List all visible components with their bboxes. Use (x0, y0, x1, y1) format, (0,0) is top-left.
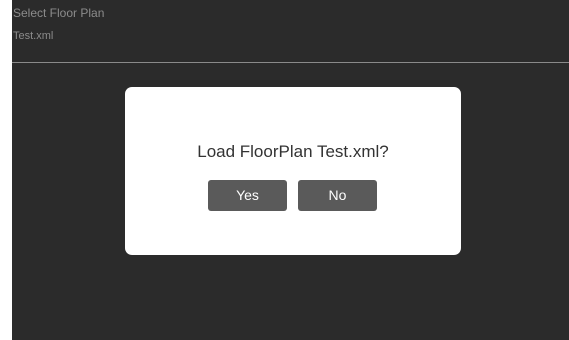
page-title: Select Floor Plan (13, 6, 105, 20)
header-divider (12, 62, 569, 63)
dialog-message: Load FloorPlan Test.xml? (197, 142, 389, 161)
floor-plan-screen: Select Floor Plan Test.xml Load FloorPla… (12, 0, 569, 340)
confirm-dialog: Load FloorPlan Test.xml? Yes No (125, 87, 461, 255)
yes-button[interactable]: Yes (208, 180, 287, 211)
file-list-item[interactable]: Test.xml (13, 30, 53, 42)
no-button[interactable]: No (298, 180, 377, 211)
